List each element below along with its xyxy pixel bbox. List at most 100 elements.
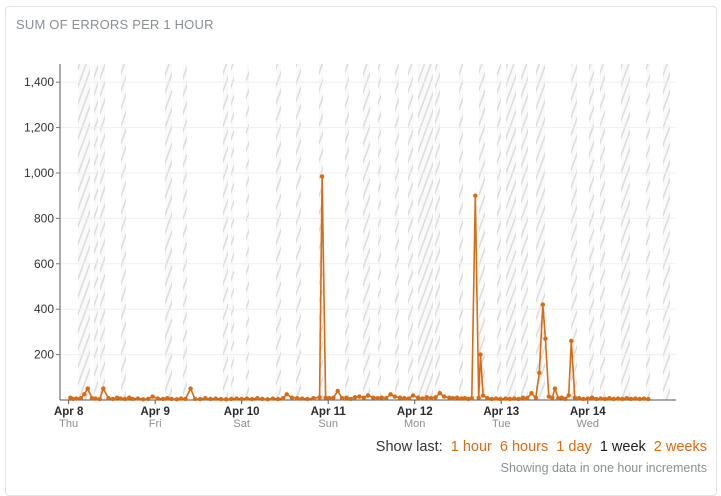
data-point bbox=[607, 396, 612, 401]
data-point bbox=[155, 396, 160, 401]
hatch-band-2 bbox=[100, 64, 105, 400]
y-tick-label: 1,200 bbox=[24, 121, 54, 135]
data-point bbox=[305, 396, 310, 402]
data-point bbox=[265, 397, 270, 402]
data-point bbox=[331, 395, 336, 400]
data-point bbox=[550, 395, 555, 400]
x-tick-label-day: Sun bbox=[318, 418, 338, 430]
data-point bbox=[234, 396, 239, 401]
data-point bbox=[260, 396, 265, 402]
data-point bbox=[441, 394, 447, 399]
hatched-bands bbox=[78, 64, 670, 400]
hatch-band-29 bbox=[646, 64, 650, 400]
x-tick-label-day: Mon bbox=[404, 418, 425, 430]
data-point bbox=[429, 396, 434, 401]
hatch-band-18 bbox=[435, 64, 440, 400]
y-tick-label: 1,000 bbox=[24, 166, 54, 180]
data-point bbox=[503, 396, 508, 401]
data-point bbox=[566, 393, 571, 398]
data-point bbox=[110, 396, 116, 402]
data-point bbox=[344, 395, 349, 400]
data-point bbox=[615, 396, 621, 401]
data-point bbox=[533, 395, 538, 400]
hatch-band-3 bbox=[121, 64, 126, 400]
x-tick-label-date: Apr 13 bbox=[483, 406, 519, 418]
data-point bbox=[392, 394, 397, 399]
data-point bbox=[281, 396, 286, 401]
data-point bbox=[641, 396, 647, 401]
data-point bbox=[160, 396, 166, 402]
error-line-chart: 2004006008001,0001,2001,400 Apr 8ThuApr … bbox=[24, 64, 676, 430]
range-option-1-hour[interactable]: 1 hour bbox=[451, 439, 492, 455]
hatch-band-0 bbox=[78, 64, 90, 400]
range-option-2-weeks[interactable]: 2 weeks bbox=[654, 439, 707, 455]
data-point bbox=[118, 396, 123, 401]
hatch-band-6 bbox=[223, 64, 228, 400]
data-point bbox=[585, 396, 590, 401]
hatch-band-28 bbox=[621, 64, 630, 400]
hatch-band-20 bbox=[479, 64, 485, 400]
hatch-band-5 bbox=[183, 64, 187, 400]
data-point bbox=[300, 396, 305, 401]
data-point bbox=[223, 397, 229, 402]
data-point bbox=[284, 392, 289, 397]
data-point bbox=[244, 396, 250, 401]
data-point bbox=[183, 396, 188, 402]
hatch-band-22 bbox=[506, 64, 516, 400]
hatch-band-12 bbox=[345, 64, 349, 400]
range-option-6-hours[interactable]: 6 hours bbox=[500, 439, 548, 455]
data-point bbox=[192, 396, 198, 402]
x-tick-label-date: Apr 8 bbox=[54, 406, 84, 418]
data-point bbox=[165, 396, 170, 401]
data-point bbox=[275, 396, 281, 402]
data-point bbox=[203, 396, 208, 401]
data-point bbox=[637, 396, 642, 402]
data-point bbox=[646, 396, 651, 402]
data-point bbox=[85, 386, 90, 391]
hatch-band-7 bbox=[231, 64, 234, 400]
increment-note: Showing data in one hour increments bbox=[500, 461, 707, 475]
data-point bbox=[480, 393, 486, 398]
data-point bbox=[406, 396, 411, 401]
data-point bbox=[101, 386, 106, 391]
data-point bbox=[572, 395, 577, 400]
data-point bbox=[174, 397, 179, 402]
data-point bbox=[178, 396, 184, 401]
hatch-band-15 bbox=[395, 64, 399, 400]
hatch-band-19 bbox=[459, 64, 463, 400]
hatch-band-23 bbox=[521, 64, 528, 400]
data-point bbox=[311, 396, 316, 401]
data-point bbox=[255, 396, 260, 401]
data-point bbox=[489, 396, 494, 402]
data-point bbox=[563, 396, 568, 402]
data-point bbox=[371, 395, 376, 400]
data-point bbox=[106, 396, 111, 401]
range-option-1-day[interactable]: 1 day bbox=[556, 439, 591, 455]
data-point bbox=[410, 393, 416, 398]
x-tick-label-day: Fri bbox=[149, 418, 162, 430]
hatch-band-16 bbox=[408, 64, 413, 400]
y-tick-label: 600 bbox=[34, 257, 54, 271]
x-tick-label-day: Thu bbox=[59, 418, 78, 430]
data-point bbox=[365, 393, 371, 398]
data-point bbox=[520, 395, 526, 400]
range-option-1-week[interactable]: 1 week bbox=[600, 439, 646, 455]
data-point bbox=[208, 396, 213, 402]
data-point bbox=[140, 397, 146, 402]
data-point bbox=[97, 396, 103, 402]
time-range-selector: Show last: 1 hour 6 hours 1 day 1 week 2… bbox=[376, 439, 707, 455]
data-point bbox=[384, 396, 389, 401]
hatch-band-9 bbox=[276, 64, 281, 400]
data-point bbox=[589, 395, 595, 400]
data-point bbox=[82, 392, 87, 397]
data-point bbox=[78, 396, 84, 401]
data-point bbox=[529, 391, 534, 396]
data-point bbox=[594, 396, 599, 402]
data-point bbox=[433, 395, 438, 400]
data-point bbox=[122, 396, 128, 402]
data-point bbox=[352, 395, 358, 400]
x-axis-ticks: Apr 8Thu Apr 9Fri Apr 10Sat Apr 11Sun Apr 12… bbox=[54, 400, 606, 430]
data-point bbox=[469, 396, 474, 401]
data-point bbox=[569, 338, 574, 344]
data-point bbox=[74, 396, 79, 401]
